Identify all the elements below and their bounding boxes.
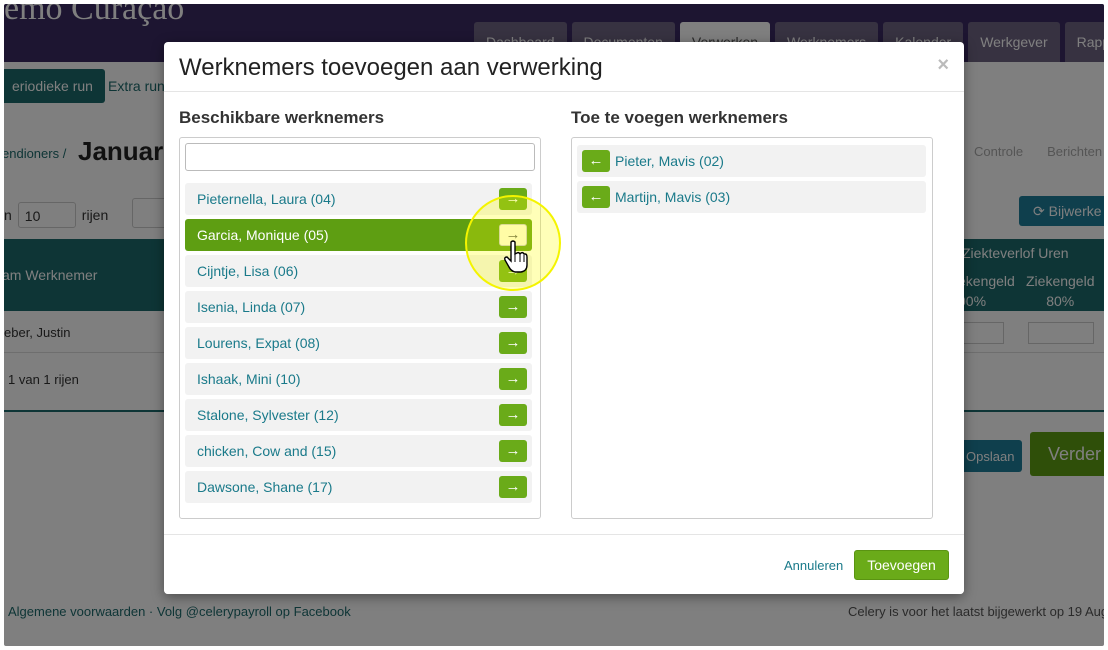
add-arrow-icon[interactable]: → (499, 476, 527, 498)
available-title: Beschikbare werknemers (179, 108, 385, 127)
employee-label: Pieter, Mavis (02) (615, 153, 724, 169)
employee-label: Isenia, Linda (07) (197, 299, 306, 315)
add-arrow-icon[interactable]: → (499, 332, 527, 354)
available-employee-item[interactable]: Dawsone, Shane (17) → (185, 471, 532, 503)
add-arrow-icon[interactable]: → (499, 404, 527, 426)
available-employee-item[interactable]: chicken, Cow and (15) → (185, 435, 532, 467)
employee-label: Garcia, Monique (05) (197, 227, 329, 243)
employee-label: Dawsone, Shane (17) (197, 479, 333, 495)
add-arrow-icon[interactable]: → (499, 368, 527, 390)
available-employee-item[interactable]: Lourens, Expat (08) → (185, 327, 532, 359)
to-add-title: Toe te voegen werknemers (571, 108, 788, 127)
remove-arrow-icon[interactable]: ← (582, 186, 610, 208)
cancel-link[interactable]: Annuleren (784, 558, 843, 573)
to-add-employee-item[interactable]: ← Martijn, Mavis (03) (577, 181, 926, 213)
available-employee-item[interactable]: Isenia, Linda (07) → (185, 291, 532, 323)
employee-label: chicken, Cow and (15) (197, 443, 337, 459)
employee-label: Martijn, Mavis (03) (615, 189, 731, 205)
add-button[interactable]: Toevoegen (854, 550, 949, 580)
to-add-employee-item[interactable]: ← Pieter, Mavis (02) (577, 145, 926, 177)
close-icon[interactable]: × (937, 54, 949, 77)
employee-label: Cijntje, Lisa (06) (197, 263, 299, 279)
modal-footer: Annuleren Toevoegen (164, 534, 964, 594)
add-arrow-icon[interactable]: → (499, 296, 527, 318)
to-add-list: ← Pieter, Mavis (02) ← Martijn, Mavis (03) (571, 137, 933, 519)
add-arrow-icon[interactable]: → (499, 440, 527, 462)
employee-label: Lourens, Expat (08) (197, 335, 320, 351)
add-employees-modal: Werknemers toevoegen aan verwerking × Be… (164, 42, 964, 594)
available-employee-item[interactable]: Stalone, Sylvester (12) → (185, 399, 532, 431)
employee-label: Ishaak, Mini (10) (197, 371, 301, 387)
available-employee-item[interactable]: Ishaak, Mini (10) → (185, 363, 532, 395)
modal-header: Werknemers toevoegen aan verwerking × (164, 42, 964, 92)
remove-arrow-icon[interactable]: ← (582, 150, 610, 172)
filter-input[interactable] (185, 143, 535, 171)
employee-label: Pieternella, Laura (04) (197, 191, 336, 207)
modal-title: Werknemers toevoegen aan verwerking (179, 54, 603, 81)
employee-label: Stalone, Sylvester (12) (197, 407, 339, 423)
hand-cursor-icon (504, 240, 528, 273)
app-window: emo Curaçao DashboardDocumentenVerwerken… (4, 4, 1104, 646)
available-list: Pieternella, Laura (04) → Garcia, Monique … (179, 137, 541, 519)
